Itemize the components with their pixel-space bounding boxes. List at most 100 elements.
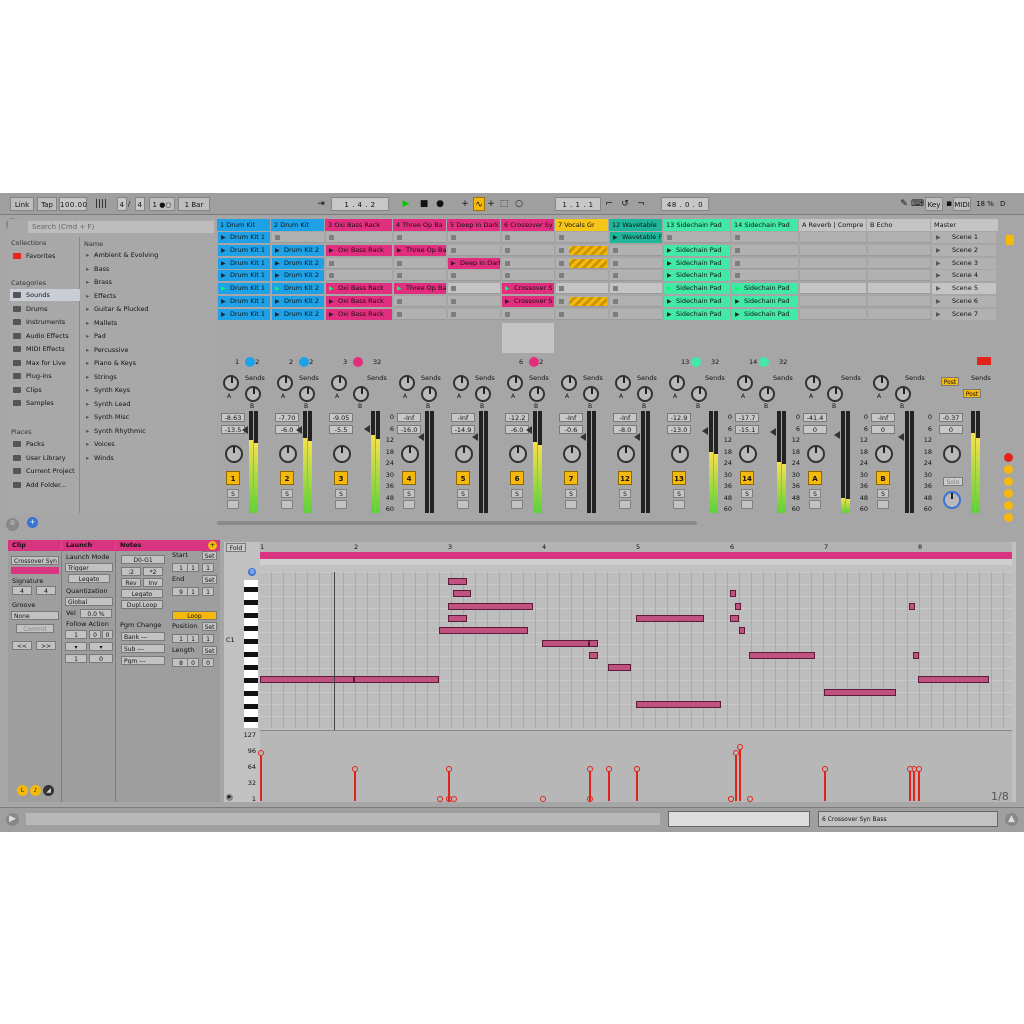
empty-clip-slot[interactable] [610,308,662,320]
empty-clip-slot[interactable] [556,244,608,256]
empty-clip-slot[interactable] [448,308,500,320]
clip-slot[interactable]: Oxi Bass Rack [326,244,392,256]
clip-slot[interactable]: Drum Kit 2 [272,257,324,269]
view-toggle-icon[interactable] [1004,513,1013,522]
midi-note[interactable] [636,701,721,708]
notes-legato-button[interactable]: Legato [121,589,163,598]
start-set-button[interactable]: Set [202,551,217,560]
empty-clip-slot[interactable] [394,296,446,307]
add-folder-icon[interactable]: + [27,517,38,528]
arrangement-position[interactable]: 1 . 4 . 2 [331,197,389,211]
sidebar-item-sounds[interactable]: Sounds [10,289,80,301]
empty-clip-slot[interactable] [326,232,392,243]
send-b-knob[interactable] [583,386,599,402]
track-activator[interactable]: 14 [740,471,754,485]
clip-slot[interactable]: Sidechain Pad [664,308,730,320]
browser-item[interactable]: Voices [84,438,214,452]
empty-clip-slot[interactable] [394,270,446,282]
send-b-knob[interactable] [759,386,775,402]
search-input[interactable]: Search (Cmd + F) [28,221,214,233]
view-toggle-icon[interactable] [1004,501,1013,510]
midi-note[interactable] [739,627,746,635]
empty-clip-slot[interactable] [556,257,608,269]
midi-note[interactable] [542,639,589,647]
record-icon[interactable]: ● [434,197,446,211]
empty-clip-slot[interactable] [800,257,866,269]
browser-item[interactable]: Pad [84,330,214,344]
arm-icon[interactable] [353,357,363,367]
clip-slot[interactable]: Sidechain Pad [732,308,798,320]
pan-knob[interactable] [807,445,825,463]
send-a-knob[interactable] [805,375,821,391]
pan-knob[interactable] [509,445,527,463]
empty-clip-slot[interactable] [448,296,500,307]
midi-note[interactable] [824,688,897,696]
send-a-knob[interactable] [399,375,415,391]
commit-button[interactable]: Commit [16,624,54,633]
follow-icon[interactable]: ⇥ [314,197,328,211]
follow-action-chance-a[interactable]: 0 [89,630,101,639]
send-b-knob[interactable] [475,386,491,402]
browser-item[interactable]: Synth Misc [84,411,214,425]
note-grid[interactable] [260,572,1012,728]
scene-launch[interactable]: Scene 1 [932,232,996,243]
send-a-knob[interactable] [223,375,239,391]
solo-button[interactable]: S [565,489,577,498]
arm-button[interactable] [741,500,753,509]
key-map-button[interactable]: Key [925,197,943,211]
empty-clip-slot[interactable] [394,308,446,320]
solo-button[interactable]: S [877,489,889,498]
pan-knob[interactable] [563,445,581,463]
send-a-knob[interactable] [737,375,753,391]
follow-action-chance-b[interactable]: 0 [102,630,113,639]
empty-clip-slot[interactable] [610,244,662,256]
send-a-knob[interactable] [873,375,889,391]
clip-sig-numerator[interactable]: 4 [12,586,32,595]
arm-button[interactable] [673,500,685,509]
nudge-right-button[interactable]: >> [36,641,56,650]
midi-note[interactable] [607,664,632,672]
volume-field[interactable]: -Inf [871,413,895,422]
velocity-lane-toggle-icon[interactable]: ▶ [226,794,233,801]
volume-fader[interactable] [898,433,904,441]
time-sig-denominator[interactable]: 4 [135,197,145,211]
arm-icon[interactable] [759,357,769,367]
arm-icon[interactable] [691,357,701,367]
empty-clip-slot[interactable] [610,270,662,282]
stop-all-clips-icon[interactable] [977,357,991,365]
empty-clip-slot[interactable] [448,244,500,256]
track-activator[interactable]: 12 [618,471,632,485]
launch-mode-select[interactable]: Trigger [65,563,113,572]
empty-clip-slot[interactable] [556,296,608,307]
volume-field[interactable]: -41.4 [803,413,827,422]
send-b-knob[interactable] [637,386,653,402]
velocity-marker[interactable] [634,765,640,801]
clip-slot[interactable]: Drum Kit 2 [272,270,324,282]
volume-field[interactable]: -7.70 [275,413,299,422]
place-item-packs[interactable]: Packs [10,438,80,450]
midi-note[interactable] [734,602,741,610]
arm-button[interactable] [403,500,415,509]
notes-expand-icon[interactable]: + [208,541,217,550]
clip-sig-denominator[interactable]: 4 [36,586,56,595]
automation-arm-icon[interactable]: ∿ [473,197,485,211]
midi-note[interactable] [908,602,915,610]
empty-clip-slot[interactable] [800,308,866,320]
empty-clip-slot[interactable] [610,283,662,295]
start-field-2[interactable]: 1 [202,563,214,572]
empty-clip-slot[interactable] [556,283,608,295]
track-activator[interactable]: 3 [334,471,348,485]
track-activator[interactable]: 4 [402,471,416,485]
volume-fader[interactable] [364,425,370,433]
pgm-field[interactable]: Pgm --- [121,656,165,665]
velocity-marker[interactable] [540,796,546,802]
pan-field[interactable]: -5.5 [329,425,353,434]
scene-launch[interactable]: Scene 2 [932,244,996,256]
clip-slot[interactable]: Drum Kit 1 [218,270,270,282]
piano-keyboard[interactable] [244,580,258,728]
track-header[interactable]: 13 Sidechain Pad [663,219,730,231]
send-b-knob[interactable] [895,386,911,402]
re-enable-icon[interactable]: + [486,197,496,211]
info-toggle-icon[interactable]: ▶ [6,813,19,826]
reverse-button[interactable]: Rev [121,578,141,587]
